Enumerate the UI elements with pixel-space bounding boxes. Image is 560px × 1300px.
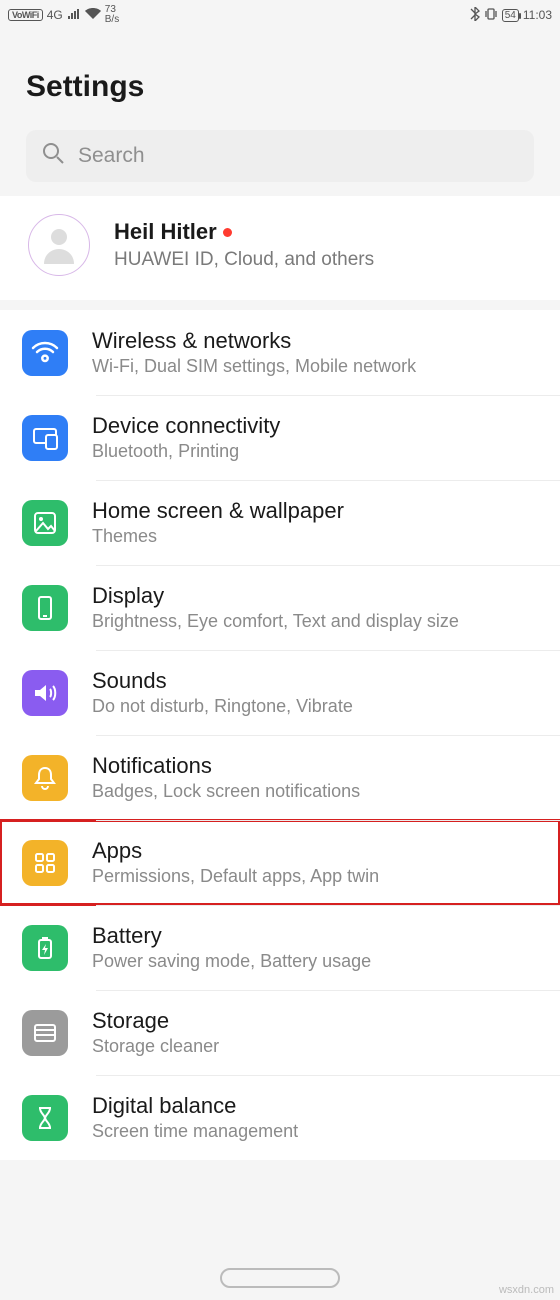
item-subtitle: Screen time management [92, 1121, 540, 1142]
settings-item-battery[interactable]: BatteryPower saving mode, Battery usage [0, 905, 560, 990]
devices-icon [22, 415, 68, 461]
phone-icon [22, 585, 68, 631]
clock: 11:03 [523, 8, 552, 22]
item-subtitle: Wi-Fi, Dual SIM settings, Mobile network [92, 356, 540, 377]
account-name: Heil Hitler [114, 219, 217, 245]
home-indicator[interactable] [220, 1268, 340, 1288]
wifi-icon [22, 330, 68, 376]
settings-item-display[interactable]: DisplayBrightness, Eye comfort, Text and… [0, 565, 560, 650]
settings-item-apps[interactable]: AppsPermissions, Default apps, App twin [0, 820, 560, 905]
person-icon [36, 220, 82, 271]
signal-icon [67, 8, 81, 23]
item-title: Display [92, 583, 540, 609]
speed-unit: B/s [105, 15, 119, 25]
vowifi-badge: VoWiFi [8, 9, 43, 21]
settings-item-home-screen-wallpaper[interactable]: Home screen & wallpaperThemes [0, 480, 560, 565]
item-title: Wireless & networks [92, 328, 540, 354]
account-row[interactable]: Heil Hitler HUAWEI ID, Cloud, and others [0, 196, 560, 300]
item-title: Storage [92, 1008, 540, 1034]
grid-icon [22, 840, 68, 886]
item-subtitle: Brightness, Eye comfort, Text and displa… [92, 611, 540, 632]
vibrate-icon [484, 7, 498, 24]
item-title: Home screen & wallpaper [92, 498, 540, 524]
hourglass-icon [22, 1095, 68, 1141]
item-title: Sounds [92, 668, 540, 694]
network-type: 4G [47, 8, 63, 22]
item-title: Apps [92, 838, 540, 864]
speaker-icon [22, 670, 68, 716]
search-bar[interactable]: Search [26, 130, 534, 182]
image-icon [22, 500, 68, 546]
item-title: Battery [92, 923, 540, 949]
battery-level: 54 [502, 9, 519, 22]
avatar [28, 214, 90, 276]
item-subtitle: Permissions, Default apps, App twin [92, 866, 540, 887]
item-title: Device connectivity [92, 413, 540, 439]
item-title: Digital balance [92, 1093, 540, 1119]
settings-item-wireless-networks[interactable]: Wireless & networksWi-Fi, Dual SIM setti… [0, 310, 560, 395]
settings-list: Wireless & networksWi-Fi, Dual SIM setti… [0, 310, 560, 1160]
item-subtitle: Do not disturb, Ringtone, Vibrate [92, 696, 540, 717]
status-bar: VoWiFi 4G 73 B/s 54 11:03 [0, 0, 560, 30]
bluetooth-icon [470, 7, 480, 24]
notification-dot-icon [223, 228, 232, 237]
search-icon [42, 142, 64, 170]
settings-item-sounds[interactable]: SoundsDo not disturb, Ringtone, Vibrate [0, 650, 560, 735]
page-title: Settings [0, 30, 560, 124]
item-subtitle: Storage cleaner [92, 1036, 540, 1057]
storage-icon [22, 1010, 68, 1056]
item-subtitle: Badges, Lock screen notifications [92, 781, 540, 802]
item-subtitle: Themes [92, 526, 540, 547]
item-subtitle: Bluetooth, Printing [92, 441, 540, 462]
watermark: wsxdn.com [499, 1284, 554, 1296]
item-title: Notifications [92, 753, 540, 779]
bell-icon [22, 755, 68, 801]
settings-item-device-connectivity[interactable]: Device connectivityBluetooth, Printing [0, 395, 560, 480]
settings-item-storage[interactable]: StorageStorage cleaner [0, 990, 560, 1075]
search-placeholder: Search [78, 144, 145, 168]
account-subtitle: HUAWEI ID, Cloud, and others [114, 249, 540, 271]
settings-item-digital-balance[interactable]: Digital balanceScreen time management [0, 1075, 560, 1160]
settings-item-notifications[interactable]: NotificationsBadges, Lock screen notific… [0, 735, 560, 820]
battery-icon [22, 925, 68, 971]
item-subtitle: Power saving mode, Battery usage [92, 951, 540, 972]
wifi-status-icon [85, 8, 101, 23]
